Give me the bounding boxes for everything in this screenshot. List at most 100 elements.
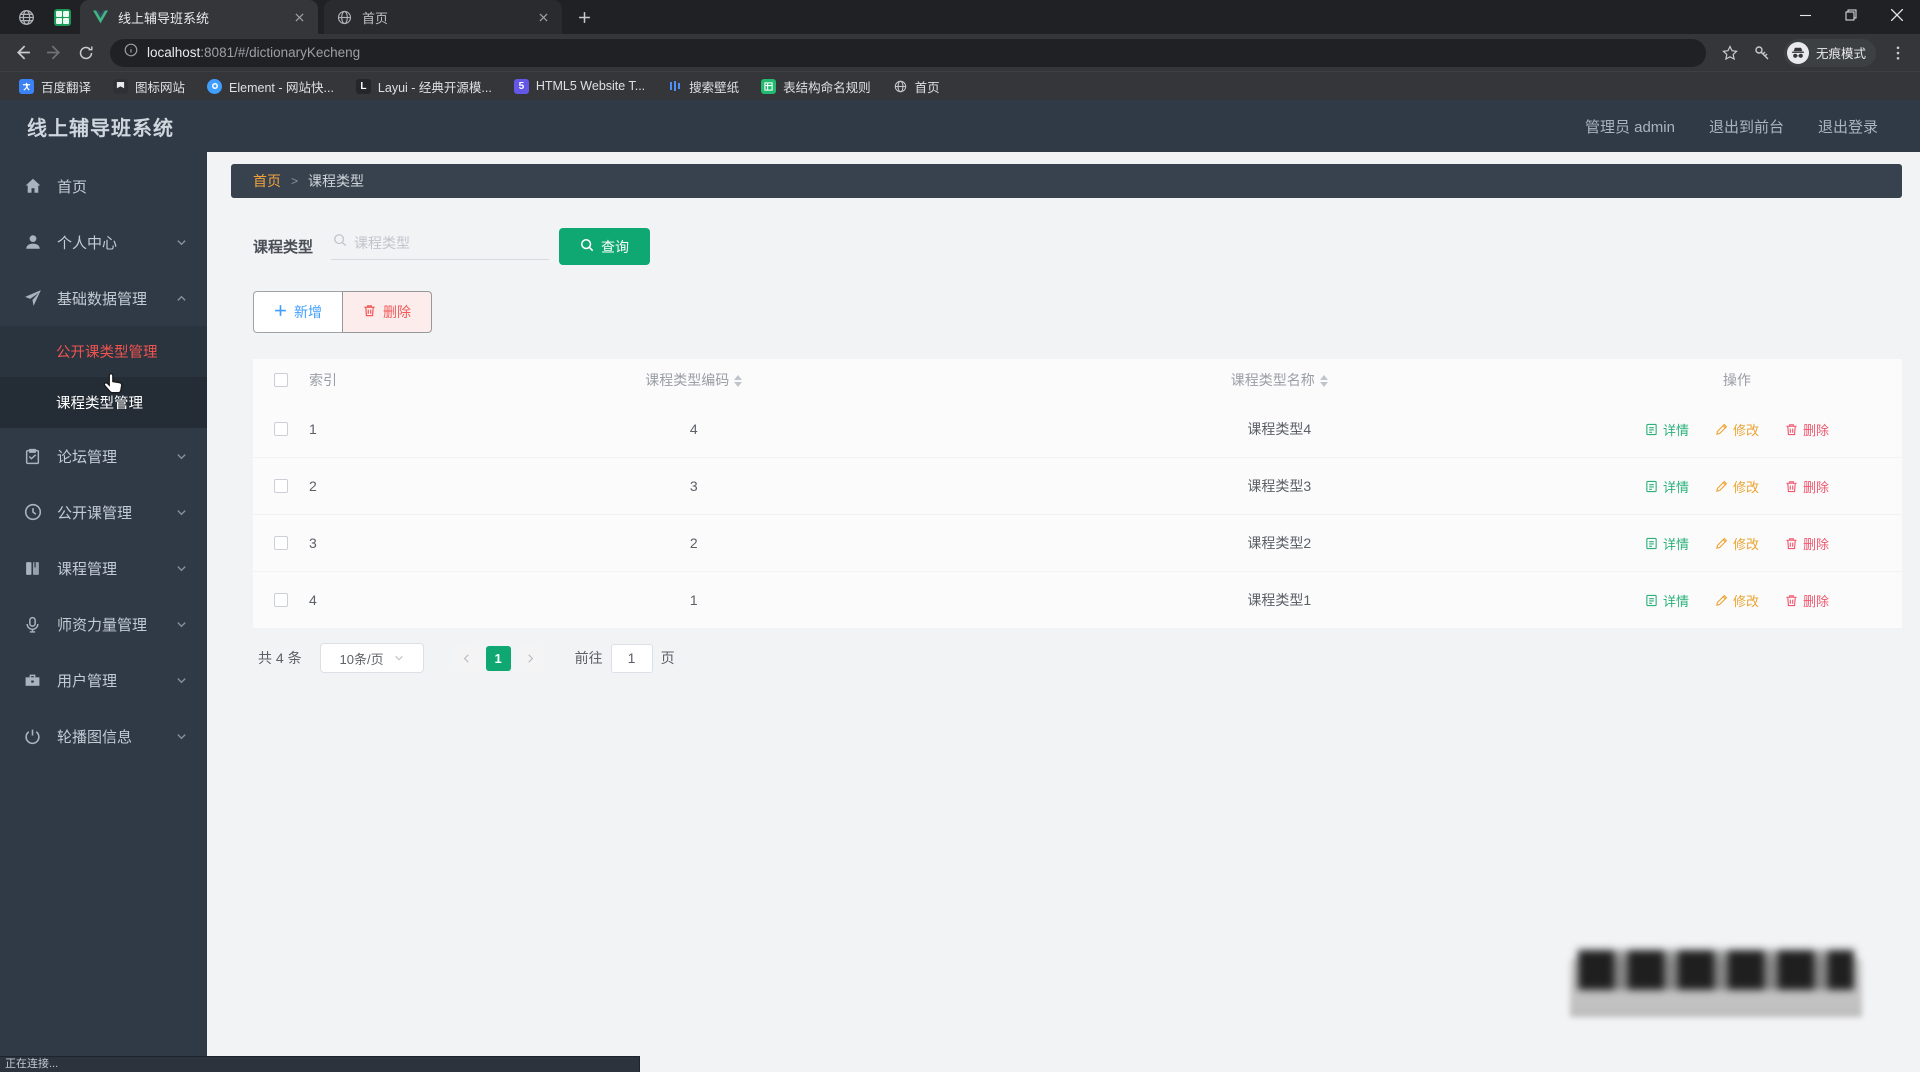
row-checkbox[interactable] — [274, 479, 288, 493]
bookmark-icon-site[interactable]: 图标网站 — [104, 74, 194, 99]
detail-link[interactable]: 详情 — [1645, 477, 1689, 496]
cell-name: 课程类型1 — [1247, 592, 1312, 608]
next-page-button[interactable] — [517, 645, 543, 671]
sidebar-item-home[interactable]: 首页 — [0, 158, 207, 214]
col-header-code[interactable]: 课程类型编码 — [401, 370, 987, 390]
logout-link[interactable]: 退出登录 — [1818, 116, 1878, 137]
breadcrumb-current: 课程类型 — [308, 173, 365, 189]
edit-link[interactable]: 修改 — [1715, 420, 1759, 439]
bookmark-layui[interactable]: L Layui - 经典开源模... — [347, 74, 501, 99]
app-title: 线上辅导班系统 — [27, 117, 174, 140]
cell-index: 2 — [309, 478, 317, 494]
sidebar: 首页 个人中心 基础数据管理 公开课类型管理 课程类型管理 论坛管理 公开课管理 — [0, 152, 207, 1072]
exit-to-front-link[interactable]: 退出到前台 — [1709, 116, 1784, 137]
edit-link[interactable]: 修改 — [1715, 591, 1759, 610]
goto-page-input[interactable] — [610, 643, 653, 673]
breadcrumb-home-link[interactable]: 首页 — [253, 171, 281, 191]
row-delete-link[interactable]: 删除 — [1785, 591, 1829, 610]
search-input[interactable] — [354, 234, 548, 251]
select-all-checkbox[interactable] — [274, 373, 288, 387]
back-button[interactable] — [8, 39, 36, 67]
row-checkbox[interactable] — [274, 536, 288, 550]
search-row: 课程类型 查询 — [253, 228, 1902, 265]
forward-button[interactable] — [40, 39, 68, 67]
bookmark-wallpaper[interactable]: 搜索壁纸 — [658, 74, 748, 99]
bookmark-star-icon[interactable] — [1716, 39, 1744, 67]
edit-link[interactable]: 修改 — [1715, 534, 1759, 553]
edit-link[interactable]: 修改 — [1715, 477, 1759, 496]
power-icon — [24, 728, 44, 745]
search-label: 课程类型 — [253, 239, 314, 256]
tab-close-icon[interactable] — [534, 8, 552, 26]
info-icon[interactable] — [124, 43, 138, 62]
sidebar-item-label: 个人中心 — [57, 234, 118, 252]
sidebar-subitem-label: 课程类型管理 — [56, 396, 143, 412]
minimize-button[interactable] — [1782, 0, 1828, 30]
detail-link[interactable]: 详情 — [1645, 420, 1689, 439]
row-checkbox[interactable] — [274, 593, 288, 607]
bookmark-element[interactable]: Element - 网站快... — [198, 74, 343, 99]
sidebar-item-forum[interactable]: 论坛管理 — [0, 428, 207, 484]
row-checkbox[interactable] — [274, 422, 288, 436]
cell-code: 2 — [689, 535, 698, 551]
url-path: :8081/#/dictionaryKecheng — [200, 45, 361, 60]
sidebar-item-teachers[interactable]: 师资力量管理 — [0, 596, 207, 652]
address-bar[interactable]: localhost:8081/#/dictionaryKecheng — [110, 38, 1706, 67]
sidebar-item-personal-center[interactable]: 个人中心 — [0, 214, 207, 270]
table-icon — [761, 78, 777, 94]
goto-unit-label: 页 — [660, 650, 675, 666]
sidebar-item-basic-data[interactable]: 基础数据管理 — [0, 270, 207, 326]
blurred-watermark — [1570, 950, 1862, 1017]
reload-button[interactable] — [72, 39, 100, 67]
close-window-button[interactable] — [1874, 0, 1920, 30]
row-delete-link[interactable]: 删除 — [1785, 477, 1829, 496]
prev-page-button[interactable] — [453, 645, 479, 671]
pinned-tab-globe[interactable] — [14, 5, 38, 29]
sidebar-item-carousel[interactable]: 轮播图信息 — [0, 708, 207, 764]
sidebar-item-course[interactable]: 课程管理 — [0, 540, 207, 596]
sidebar-subitem-open-course-type[interactable]: 公开课类型管理 — [0, 326, 207, 377]
bookmark-naming-rules[interactable]: 表结构命名规则 — [752, 74, 880, 99]
key-icon[interactable] — [1748, 39, 1776, 67]
bookmark-label: HTML5 Website T... — [535, 79, 646, 93]
delete-button[interactable]: 删除 — [342, 291, 432, 333]
translate-icon — [19, 78, 34, 94]
chevron-down-icon — [176, 563, 187, 574]
incognito-icon — [1786, 41, 1809, 64]
sidebar-item-users[interactable]: 用户管理 — [0, 652, 207, 708]
detail-link[interactable]: 详情 — [1645, 591, 1689, 610]
sidebar-item-open-course[interactable]: 公开课管理 — [0, 484, 207, 540]
restore-button[interactable] — [1828, 0, 1874, 30]
bookmark-baidu-translate[interactable]: 百度翻译 — [10, 74, 100, 99]
row-delete-link[interactable]: 删除 — [1785, 534, 1829, 553]
cell-name: 课程类型4 — [1247, 421, 1312, 437]
window-controls — [1782, 0, 1920, 30]
sort-icon[interactable] — [1319, 375, 1328, 388]
cell-index: 4 — [309, 592, 317, 608]
row-delete-link[interactable]: 删除 — [1785, 420, 1829, 439]
globe-icon — [893, 79, 908, 94]
new-tab-button[interactable] — [570, 3, 598, 31]
url-host: localhost — [147, 45, 201, 60]
sort-icon[interactable] — [734, 375, 743, 388]
pinned-tab-docs[interactable] — [50, 5, 74, 29]
query-button[interactable]: 查询 — [559, 228, 651, 265]
bookmark-home[interactable]: 首页 — [884, 74, 949, 99]
sidebar-item-label: 基础数据管理 — [57, 290, 148, 308]
page-size-select[interactable]: 10条/页 — [319, 643, 424, 673]
tab-close-icon[interactable] — [290, 8, 308, 26]
page-number-active[interactable]: 1 — [485, 645, 511, 671]
tab-home[interactable]: 首页 — [324, 0, 562, 34]
menu-dots-icon[interactable] — [1884, 39, 1912, 67]
tab-title: 线上辅导班系统 — [118, 10, 210, 26]
detail-link[interactable]: 详情 — [1645, 534, 1689, 553]
bookmark-html5[interactable]: 5 HTML5 Website T... — [505, 76, 654, 97]
add-button[interactable]: 新增 — [253, 291, 342, 333]
sidebar-item-label: 轮播图信息 — [57, 728, 133, 746]
globe-icon — [18, 9, 35, 26]
incognito-label: 无痕模式 — [1815, 47, 1866, 61]
goto-label: 前往 — [574, 650, 603, 666]
col-header-name[interactable]: 课程类型名称 — [987, 370, 1573, 390]
tab-admin-system[interactable]: 线上辅导班系统 — [80, 0, 318, 34]
search-icon — [333, 233, 347, 252]
